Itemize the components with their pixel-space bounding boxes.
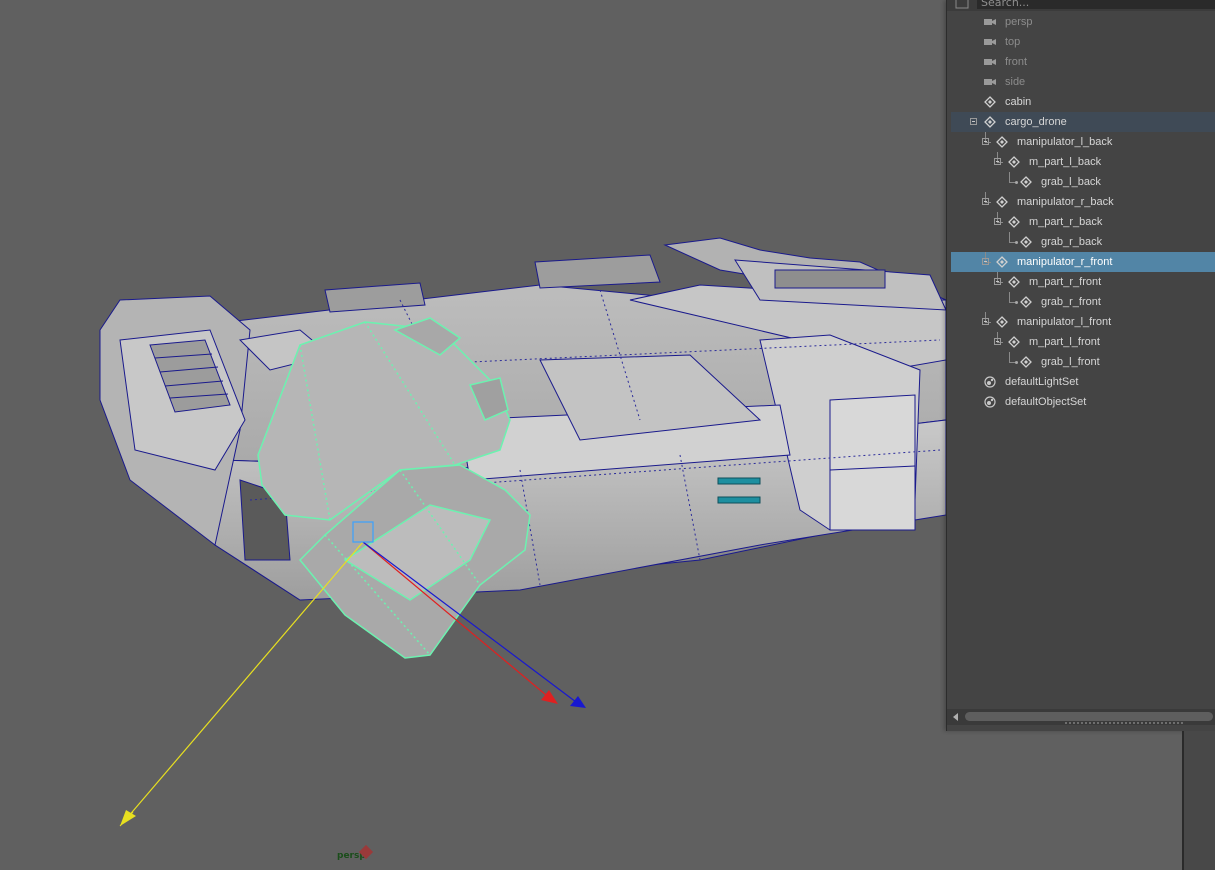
transform-icon [984, 116, 996, 128]
transform-icon [1020, 236, 1032, 248]
scrollbar-thumb[interactable] [965, 712, 1213, 721]
outliner-item-label: manipulator_r_front [1017, 256, 1113, 268]
outliner-item-cargo-drone[interactable]: cargo_drone [951, 112, 1215, 132]
camera-icon [984, 19, 996, 25]
camera-icon [984, 59, 996, 65]
outliner-item-cabin[interactable]: cabin [951, 92, 1215, 112]
outliner-item-label: top [1005, 36, 1021, 48]
leaf-dot-icon [1015, 301, 1018, 304]
collapse-toggle-icon[interactable] [994, 278, 1001, 285]
outliner-item-m-part-r-front[interactable]: m_part_r_front [951, 272, 1215, 292]
collapse-toggle-icon[interactable] [970, 118, 977, 125]
outliner-item-manipulator-r-back[interactable]: manipulator_r_back [951, 192, 1215, 212]
outliner-item-defaultobjectset[interactable]: defaultObjectSet [951, 392, 1215, 412]
outliner-item-label: side [1005, 76, 1026, 88]
outliner-item-label: m_part_l_front [1029, 336, 1100, 348]
outliner-item-manipulator-l-front[interactable]: manipulator_l_front [951, 312, 1215, 332]
leaf-dot-icon [1015, 241, 1018, 244]
outliner-item-side[interactable]: side [951, 72, 1215, 92]
outliner-item-label: grab_r_back [1041, 236, 1103, 248]
outliner-item-top[interactable]: top [951, 32, 1215, 52]
transform-icon [1020, 176, 1032, 188]
outliner-item-label: defaultLightSet [1005, 376, 1079, 388]
transform-icon [996, 196, 1008, 208]
transform-icon [996, 316, 1008, 328]
transform-icon [1020, 296, 1032, 308]
outliner-item-label: manipulator_l_front [1017, 316, 1112, 328]
collapse-toggle-icon[interactable] [982, 198, 989, 205]
collapse-toggle-icon[interactable] [994, 158, 1001, 165]
tree-connector [1009, 352, 1010, 362]
leaf-dot-icon [1015, 361, 1018, 364]
outliner-item-label: front [1005, 56, 1028, 68]
outliner-search-bar [947, 0, 1215, 11]
scroll-left-icon[interactable] [953, 713, 958, 721]
outliner-item-label: m_part_r_back [1029, 216, 1103, 228]
tree-connector [1009, 292, 1010, 302]
outliner-item-m-part-l-back[interactable]: m_part_l_back [951, 152, 1215, 172]
camera-icon [984, 79, 996, 85]
set-icon [984, 376, 996, 388]
transform-icon [1008, 276, 1020, 288]
outliner-panel: persp top front side cabin cargo_dronemanipul… [946, 0, 1215, 731]
tree-connector [1009, 232, 1010, 242]
outliner-item-label: m_part_r_front [1029, 276, 1102, 288]
outliner-footer [947, 725, 1215, 731]
outliner-item-m-part-r-back[interactable]: m_part_r_back [951, 212, 1215, 232]
resize-grip[interactable] [1065, 722, 1185, 724]
outliner-item-manipulator-l-back[interactable]: manipulator_l_back [951, 132, 1215, 152]
collapse-toggle-icon[interactable] [994, 338, 1001, 345]
outliner-item-grab-r-front[interactable]: grab_r_front [951, 292, 1215, 312]
transform-icon [1008, 156, 1020, 168]
set-icon [984, 396, 996, 408]
collapse-toggle-icon[interactable] [982, 318, 989, 325]
leaf-dot-icon [1015, 181, 1018, 184]
y-axis-handle [126, 541, 364, 819]
transform-icon [1008, 336, 1020, 348]
outliner-item-label: manipulator_r_back [1017, 196, 1114, 208]
side-dock [1182, 731, 1215, 870]
outliner-item-persp[interactable]: persp [951, 12, 1215, 32]
transform-icon [984, 96, 996, 108]
transform-icon [996, 136, 1008, 148]
outliner-item-label: m_part_l_back [1029, 156, 1102, 168]
outliner-search-input[interactable] [977, 0, 1215, 9]
outliner-item-m-part-l-front[interactable]: m_part_l_front [951, 332, 1215, 352]
outliner-item-label: persp [1005, 16, 1033, 28]
outliner-item-label: grab_r_front [1041, 296, 1101, 308]
outliner-item-label: cabin [1005, 96, 1032, 108]
collapse-toggle-icon[interactable] [982, 258, 989, 265]
collapse-toggle-icon[interactable] [982, 138, 989, 145]
transform-icon [1008, 216, 1020, 228]
outliner-item-grab-l-front[interactable]: grab_l_front [951, 352, 1215, 372]
outliner-item-grab-l-back[interactable]: grab_l_back [951, 172, 1215, 192]
outliner-item-label: cargo_drone [1005, 116, 1067, 128]
camera-icon [984, 39, 996, 45]
outliner-item-manipulator-r-front[interactable]: manipulator_r_front [951, 252, 1215, 272]
outliner-item-front[interactable]: front [951, 52, 1215, 72]
outliner-item-label: grab_l_back [1041, 176, 1101, 188]
outliner-item-defaultlightset[interactable]: defaultLightSet [951, 372, 1215, 392]
outliner-item-label: defaultObjectSet [1005, 396, 1087, 408]
transform-icon [996, 256, 1008, 268]
outliner-item-grab-r-back[interactable]: grab_r_back [951, 232, 1215, 252]
collapse-toggle-icon[interactable] [994, 218, 1001, 225]
outliner-item-label: manipulator_l_back [1017, 136, 1113, 148]
transform-icon [1020, 356, 1032, 368]
search-icon[interactable] [955, 0, 969, 9]
tree-connector [1009, 172, 1010, 182]
outliner-item-label: grab_l_front [1041, 356, 1100, 368]
